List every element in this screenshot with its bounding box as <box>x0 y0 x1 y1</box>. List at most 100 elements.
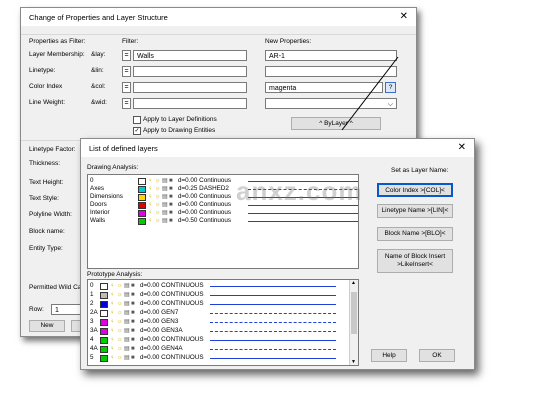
linetype-desc: d=0.00 CONTINUOUS <box>140 354 204 361</box>
new-button[interactable]: New <box>29 320 65 332</box>
sun-icon[interactable]: ☼ <box>117 291 123 299</box>
block-insert-button[interactable]: Name of Block Insert >LikeInsert< <box>377 249 453 273</box>
help-button[interactable]: Help <box>371 349 407 362</box>
sun-icon[interactable]: ☼ <box>117 282 123 290</box>
sun-icon[interactable]: ☼ <box>117 327 123 335</box>
lock-icon[interactable]: ■ <box>169 185 173 193</box>
lock-icon[interactable]: ■ <box>131 336 135 344</box>
layer-icon[interactable]: ▤ <box>124 345 130 353</box>
list-item[interactable]: 4A ♀ ☼ ▤ ■ d=0.00 GEN4A <box>88 345 358 353</box>
layer-name: Doors <box>90 201 107 208</box>
list-item[interactable]: 4 ♀ ☼ ▤ ■ d=0.00 CONTINUOUS <box>88 336 358 344</box>
sun-icon[interactable]: ☼ <box>117 309 123 317</box>
color-index-button[interactable]: Color Index >[COL]< <box>377 183 453 197</box>
layer-icon[interactable]: ▤ <box>124 318 130 326</box>
sun-icon[interactable]: ☼ <box>117 336 123 344</box>
apply-drawing-entities-checkbox[interactable]: ✓ <box>133 127 141 135</box>
linetype-filter-field[interactable] <box>133 66 247 77</box>
layer-icon[interactable]: ▤ <box>162 193 168 201</box>
linetype-name-button[interactable]: Linetype Name >[LIN]< <box>377 204 453 218</box>
close-icon[interactable]: ✕ <box>458 142 466 153</box>
sun-icon[interactable]: ☼ <box>155 185 161 193</box>
bulb-icon[interactable]: ♀ <box>110 354 115 362</box>
layer-icon[interactable]: ▤ <box>162 209 168 217</box>
weight-filter-field[interactable] <box>133 98 247 109</box>
row-field[interactable]: 1 <box>51 304 81 315</box>
sun-icon[interactable]: ☼ <box>117 300 123 308</box>
sun-icon[interactable]: ☼ <box>155 177 161 185</box>
bulb-icon[interactable]: ♀ <box>110 336 115 344</box>
bulb-icon[interactable]: ♀ <box>148 177 153 185</box>
layer-icon[interactable]: ▤ <box>124 291 130 299</box>
lock-icon[interactable]: ■ <box>169 217 173 225</box>
layer-icon[interactable]: ▤ <box>124 336 130 344</box>
list-item[interactable]: 5 ♀ ☼ ▤ ■ d=0.00 CONTINUOUS <box>88 354 358 362</box>
operator-button[interactable]: = <box>122 82 131 93</box>
sun-icon[interactable]: ☼ <box>155 193 161 201</box>
list-item[interactable]: Interior ♀ ☼ ▤ ■ d=0.00 Continuous <box>88 209 358 217</box>
sun-icon[interactable]: ☼ <box>117 354 123 362</box>
lock-icon[interactable]: ■ <box>169 209 173 217</box>
linetype-desc: d=0.00 CONTINUOUS <box>140 291 204 298</box>
layer-icon[interactable]: ▤ <box>124 354 130 362</box>
lock-icon[interactable]: ■ <box>131 354 135 362</box>
block-name-button[interactable]: Block Name >[BLO]< <box>377 227 453 241</box>
sun-icon[interactable]: ☼ <box>155 209 161 217</box>
prototype-analysis-list[interactable]: ▲ ▼ 0 ♀ ☼ ▤ ■ d=0.00 CONTINUOUS 1 ♀ ☼ ▤ ■ d=0.00 CO… <box>87 279 359 366</box>
bulb-icon[interactable]: ♀ <box>110 300 115 308</box>
bulb-icon[interactable]: ♀ <box>110 309 115 317</box>
layer-icon[interactable]: ▤ <box>162 185 168 193</box>
bulb-icon[interactable]: ♀ <box>110 318 115 326</box>
bulb-icon[interactable]: ♀ <box>110 282 115 290</box>
sun-icon[interactable]: ☼ <box>117 345 123 353</box>
list-item[interactable]: 3 ♀ ☼ ▤ ■ d=0.00 GEN3 <box>88 318 358 326</box>
lock-icon[interactable]: ■ <box>131 327 135 335</box>
bulb-icon[interactable]: ♀ <box>110 327 115 335</box>
layer-icon[interactable]: ▤ <box>162 217 168 225</box>
lock-icon[interactable]: ■ <box>131 282 135 290</box>
list-item[interactable]: 0 ♀ ☼ ▤ ■ d=0.00 CONTINUOUS <box>88 282 358 290</box>
lock-icon[interactable]: ■ <box>131 309 135 317</box>
sun-icon[interactable]: ☼ <box>117 318 123 326</box>
bulb-icon[interactable]: ♀ <box>148 201 153 209</box>
layer-filter-field[interactable]: Walls <box>133 50 247 61</box>
operator-button[interactable]: = <box>122 98 131 109</box>
list-item[interactable]: 1 ♀ ☼ ▤ ■ d=0.00 CONTINUOUS <box>88 291 358 299</box>
layer-icon[interactable]: ▤ <box>124 300 130 308</box>
lock-icon[interactable]: ■ <box>131 345 135 353</box>
lock-icon[interactable]: ■ <box>131 291 135 299</box>
linetype-desc: d=0.00 Continuous <box>178 201 232 208</box>
layer-icon[interactable]: ▤ <box>124 327 130 335</box>
layer-icon[interactable]: ▤ <box>124 282 130 290</box>
operator-button[interactable]: = <box>122 66 131 77</box>
layer-icon[interactable]: ▤ <box>162 177 168 185</box>
sun-icon[interactable]: ☼ <box>155 217 161 225</box>
linetype-desc: d=0.00 Continuous <box>178 209 232 216</box>
apply-layer-definitions-label: Apply to Layer Definitions <box>143 116 217 123</box>
list-item[interactable]: 3A ♀ ☼ ▤ ■ d=0.00 GEN3A <box>88 327 358 335</box>
lock-icon[interactable]: ■ <box>131 318 135 326</box>
apply-layer-definitions-checkbox[interactable] <box>133 116 141 124</box>
linetype-desc: d=0.00 CONTINUOUS <box>140 282 204 289</box>
bulb-icon[interactable]: ♀ <box>148 193 153 201</box>
list-item[interactable]: 2A ♀ ☼ ▤ ■ d=0.00 GEN7 <box>88 309 358 317</box>
list-item[interactable]: 2 ♀ ☼ ▤ ■ d=0.00 CONTINUOUS <box>88 300 358 308</box>
layer-icon[interactable]: ▤ <box>124 309 130 317</box>
lock-icon[interactable]: ■ <box>169 193 173 201</box>
lock-icon[interactable]: ■ <box>169 177 173 185</box>
color-filter-field[interactable] <box>133 82 247 93</box>
layer-icon[interactable]: ▤ <box>162 201 168 209</box>
bulb-icon[interactable]: ♀ <box>110 345 115 353</box>
operator-button[interactable]: = <box>122 50 131 61</box>
list-item[interactable]: Walls ♀ ☼ ▤ ■ d=0.50 Continuous <box>88 217 358 225</box>
bulb-icon[interactable]: ♀ <box>148 209 153 217</box>
ok-button[interactable]: OK <box>419 349 455 362</box>
linetype-desc: d=0.00 GEN3A <box>140 327 183 334</box>
bulb-icon[interactable]: ♀ <box>148 217 153 225</box>
sun-icon[interactable]: ☼ <box>155 201 161 209</box>
lock-icon[interactable]: ■ <box>131 300 135 308</box>
close-icon[interactable]: ✕ <box>400 11 408 22</box>
bulb-icon[interactable]: ♀ <box>148 185 153 193</box>
bulb-icon[interactable]: ♀ <box>110 291 115 299</box>
lock-icon[interactable]: ■ <box>169 201 173 209</box>
